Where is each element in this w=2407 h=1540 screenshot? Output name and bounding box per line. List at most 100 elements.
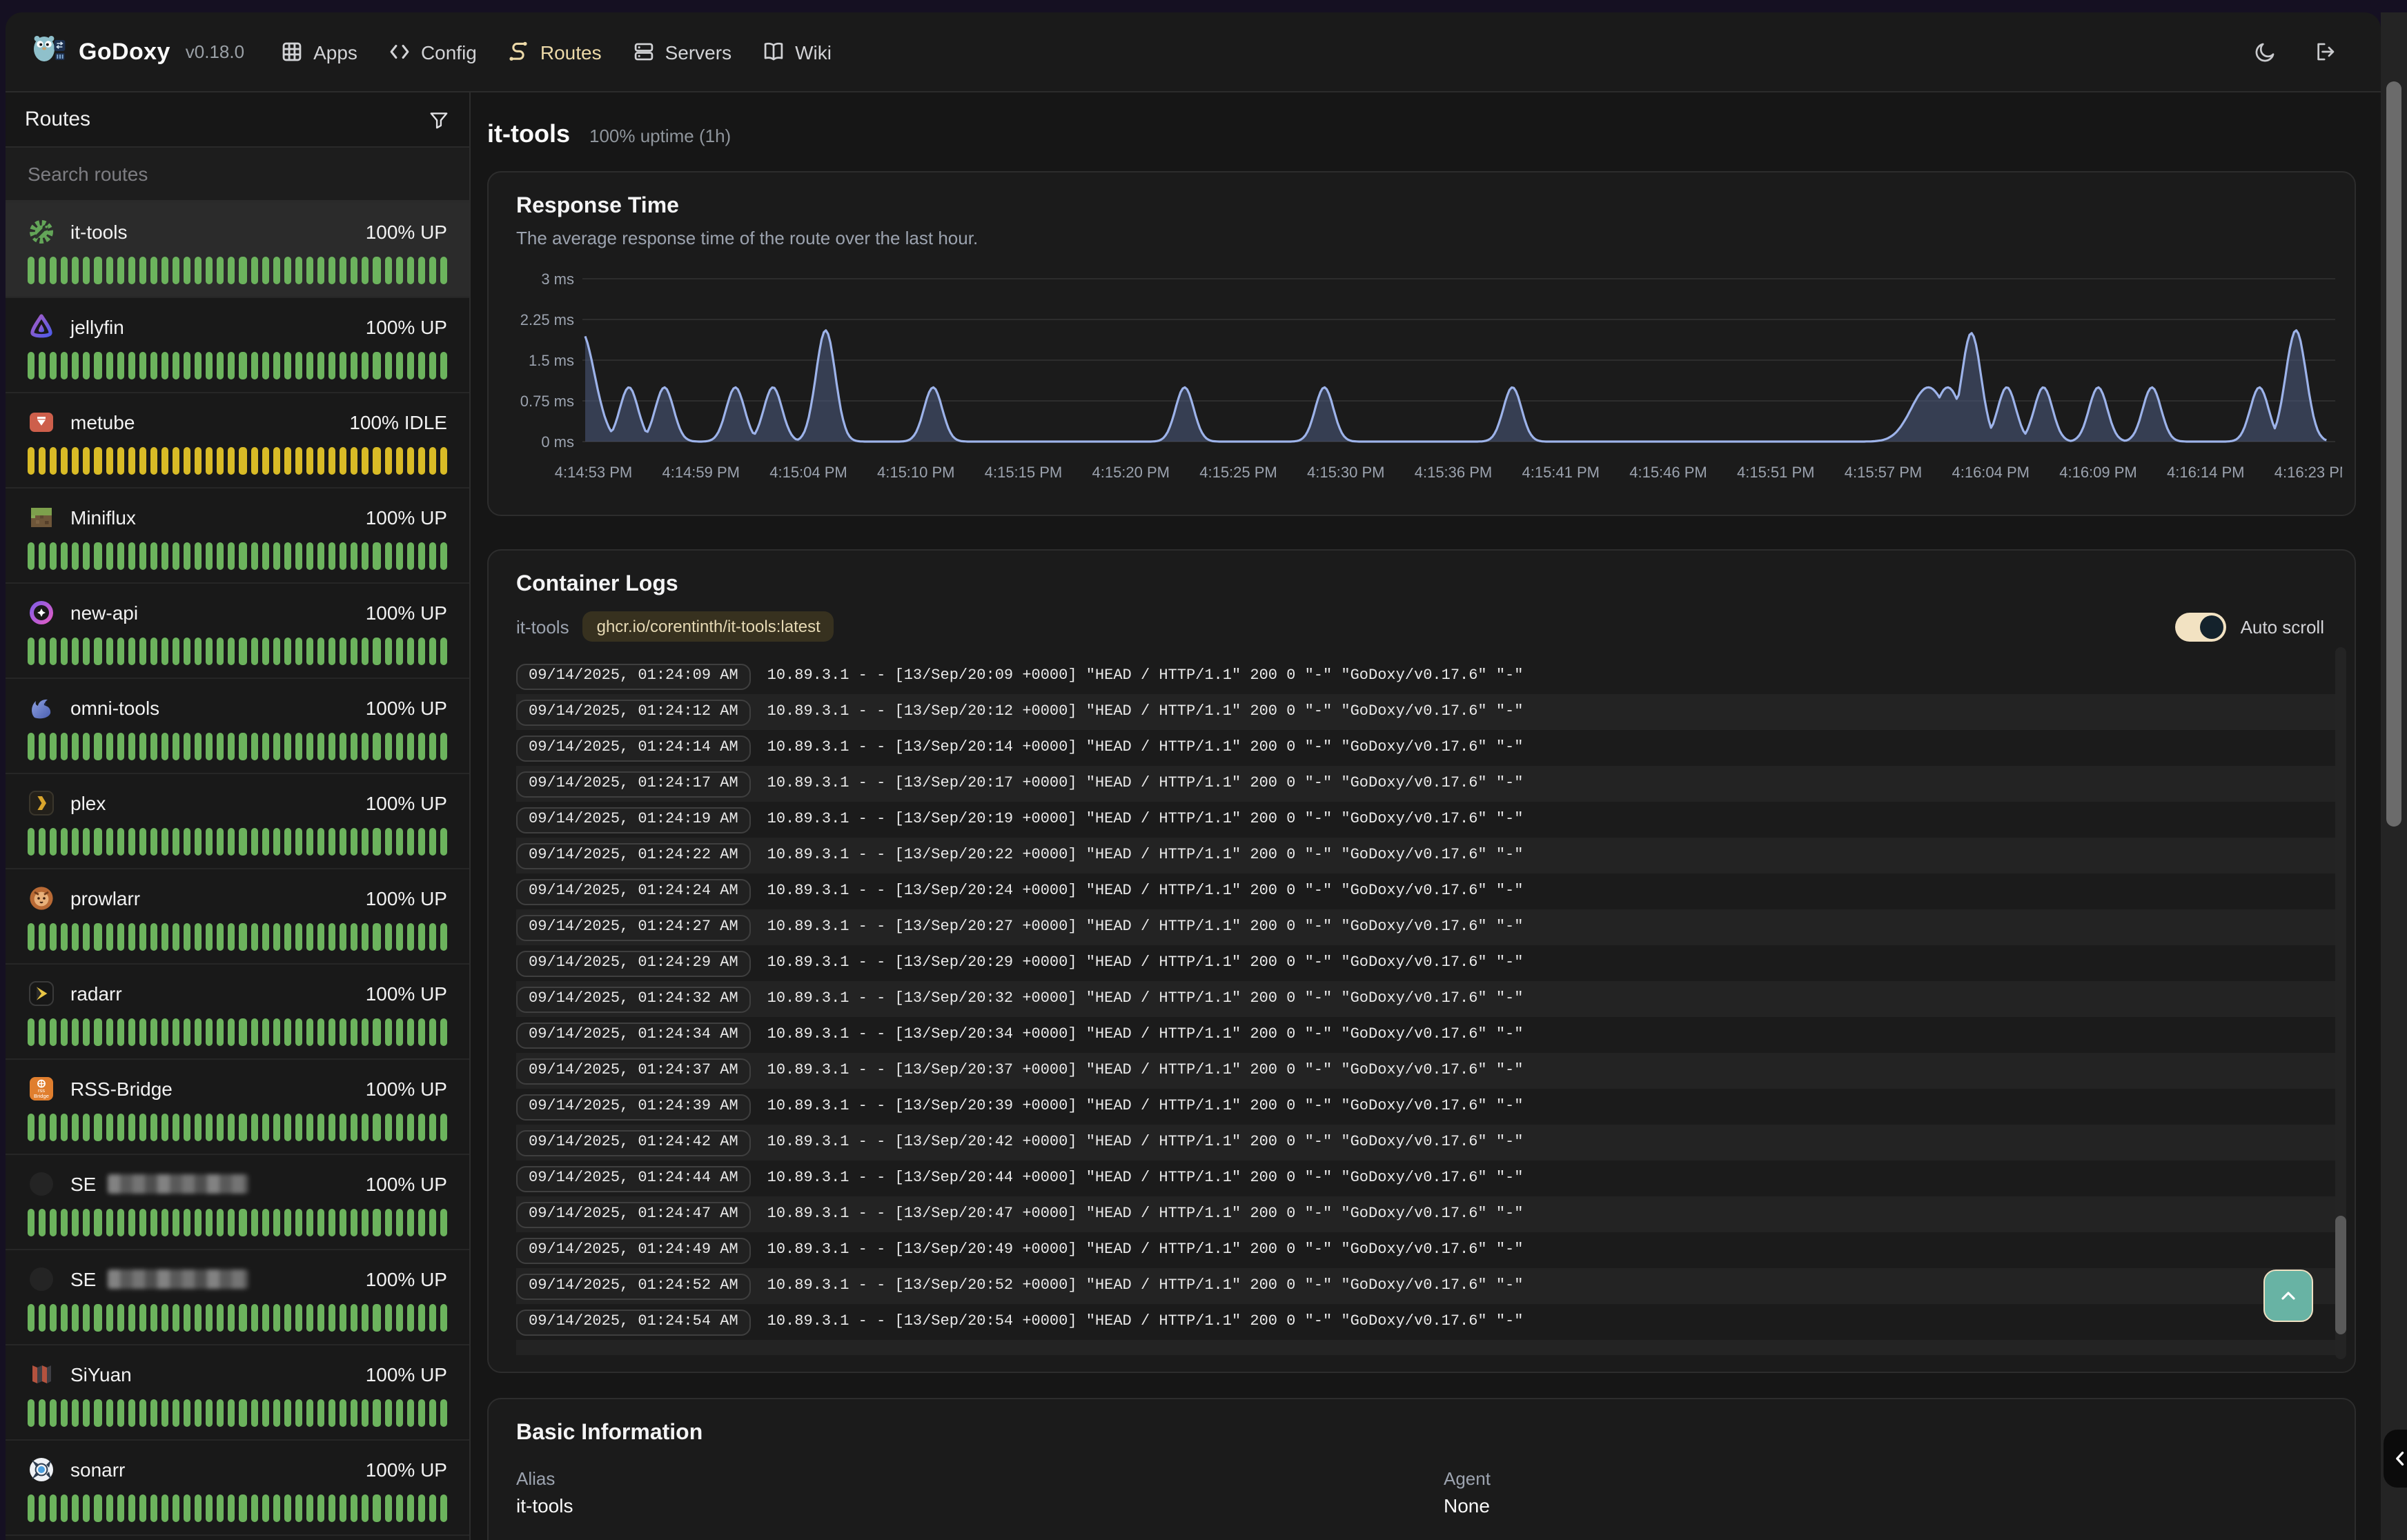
scroll-to-top-button[interactable] (2263, 1270, 2313, 1322)
log-message: 10.89.3.1 - - [13/Sep/20:42 +0000] "HEAD… (767, 1134, 1524, 1151)
radarr-play-icon (28, 980, 55, 1007)
sidebar-route-item[interactable]: it-tools100% UP (6, 203, 469, 298)
sidebar-route-item[interactable]: radarr100% UP (6, 965, 469, 1060)
info-field-alias: Alias it-tools (516, 1468, 1444, 1517)
sidebar-routes: Routes it-tools100% UPjellyfin100% UPmet… (6, 92, 471, 1540)
nav-item-label: Servers (665, 41, 731, 63)
svg-text:0.75 ms: 0.75 ms (520, 393, 574, 410)
response-time-title: Response Time (516, 195, 2327, 219)
container-image-badge[interactable]: ghcr.io/corentinth/it-tools:latest (583, 611, 834, 642)
route-name: it-tools (70, 221, 127, 243)
agent-label: Agent (1444, 1468, 2327, 1489)
log-timestamp-badge: 09/14/2025, 01:24:52 AM (516, 1273, 751, 1299)
route-status: 100% UP (366, 602, 447, 624)
agent-value: None (1444, 1494, 2327, 1517)
servers-icon (632, 40, 656, 63)
auto-scroll-toggle[interactable] (2176, 612, 2227, 641)
log-message: 10.89.3.1 - - [13/Sep/20:32 +0000] "HEAD… (767, 991, 1524, 1007)
brand[interactable]: GoDoxy v0.18.0 (30, 30, 244, 73)
route-item-header: omni-tools100% UP (28, 694, 447, 722)
log-row: 09/14/2025, 01:24:12 AM10.89.3.1 - - [13… (516, 694, 2338, 730)
svg-text:4:15:20 PM: 4:15:20 PM (1092, 464, 1170, 481)
route-item-header: jellyfin100% UP (28, 313, 447, 341)
svg-text:1.5 ms: 1.5 ms (529, 352, 574, 369)
sonarr-icon (28, 1456, 55, 1483)
route-item-header: metube100% IDLE (28, 408, 447, 436)
route-status: 100% UP (366, 1173, 447, 1195)
logs-scrollbar-thumb[interactable] (2335, 1216, 2346, 1334)
chart-svg: 3 ms2.25 ms1.5 ms0.75 ms0 ms4:14:53 PM4:… (516, 259, 2342, 497)
nav-item-config[interactable]: Config (388, 40, 477, 63)
sidebar-route-item[interactable]: SiYuan100% UP (6, 1345, 469, 1441)
sidebar-route-item[interactable]: plex100% UP (6, 774, 469, 869)
logs-subrow: it-tools ghcr.io/corentinth/it-tools:lat… (516, 609, 2338, 644)
log-timestamp-badge: 09/14/2025, 01:24:37 AM (516, 1058, 751, 1084)
sidebar-route-item[interactable]: metube100% IDLE (6, 393, 469, 488)
svg-text:3 ms: 3 ms (541, 270, 574, 288)
nav-item-routes[interactable]: Routes (507, 40, 602, 63)
grid-icon (280, 40, 304, 63)
route-status: 100% UP (366, 1268, 447, 1290)
log-row: 09/14/2025, 01:24:42 AM10.89.3.1 - - [13… (516, 1125, 2338, 1161)
sidebar-route-item[interactable]: sonarr100% UP (6, 1441, 469, 1536)
log-timestamp-badge: 09/14/2025, 01:24:54 AM (516, 1309, 751, 1335)
log-row: 09/14/2025, 01:24:22 AM10.89.3.1 - - [13… (516, 838, 2338, 873)
log-message: 10.89.3.1 - - [13/Sep/20:14 +0000] "HEAD… (767, 740, 1524, 756)
response-time-chart: 3 ms2.25 ms1.5 ms0.75 ms0 ms4:14:53 PM4:… (516, 259, 2327, 504)
log-message: 10.89.3.1 - - [13/Sep/20:47 +0000] "HEAD… (767, 1206, 1524, 1223)
svg-text:4:15:15 PM: 4:15:15 PM (985, 464, 1063, 481)
log-message: 10.89.3.1 - - [13/Sep/20:52 +0000] "HEAD… (767, 1278, 1524, 1294)
svg-text:4:15:25 PM: 4:15:25 PM (1199, 464, 1277, 481)
uptime-bars (28, 542, 447, 570)
nav-item-apps[interactable]: Apps (280, 40, 357, 63)
sidebar-route-item[interactable]: SE100% UP (6, 1155, 469, 1250)
edge-drawer-tab[interactable] (2384, 1430, 2407, 1488)
filter-icon[interactable] (428, 108, 450, 130)
log-message: 10.89.3.1 - - [13/Sep/20:27 +0000] "HEAD… (767, 919, 1524, 936)
sidebar-route-item[interactable]: prowlarr100% UP (6, 869, 469, 965)
moon-icon (2254, 40, 2277, 63)
siyuan-icon (28, 1361, 55, 1388)
sidebar-route-item[interactable]: rssBridgeRSS-Bridge100% UP (6, 1060, 469, 1155)
log-row: 09/14/2025, 01:24:54 AM10.89.3.1 - - [13… (516, 1304, 2338, 1340)
toggle-knob (2201, 615, 2224, 638)
svg-text:4:15:10 PM: 4:15:10 PM (877, 464, 955, 481)
nav-item-wiki[interactable]: Wiki (762, 40, 832, 63)
page-scrollbar-thumb[interactable] (2386, 81, 2401, 827)
sidebar-route-item[interactable]: Miniflux100% UP (6, 488, 469, 584)
nav-item-servers[interactable]: Servers (632, 40, 731, 63)
uptime-bars (28, 447, 447, 475)
sidebar-header: Routes (6, 92, 469, 148)
search-routes-input[interactable] (6, 148, 469, 200)
page-header: it-tools 100% uptime (1h) (487, 120, 2356, 149)
theme-toggle-button[interactable] (2254, 40, 2277, 63)
logs-viewport[interactable]: 09/14/2025, 01:24:09 AM10.89.3.1 - - [13… (516, 658, 2338, 1355)
uptime-bars (28, 1494, 447, 1522)
sidebar-route-item[interactable]: jellyfin100% UP (6, 298, 469, 393)
logout-button[interactable] (2313, 40, 2337, 63)
log-timestamp-badge: 09/14/2025, 01:24:14 AM (516, 735, 751, 761)
uptime-bars (28, 1304, 447, 1332)
dim-circle-icon (28, 1170, 55, 1198)
app-body: Routes it-tools100% UPjellyfin100% UPmet… (6, 92, 2381, 1540)
log-message: 10.89.3.1 - - [13/Sep/20:12 +0000] "HEAD… (767, 704, 1524, 720)
alias-value: it-tools (516, 1494, 1444, 1517)
route-name: SiYuan (70, 1363, 132, 1385)
logs-route-name: it-tools (516, 616, 569, 637)
log-row: 09/14/2025, 01:24:49 AM10.89.3.1 - - [13… (516, 1232, 2338, 1268)
log-timestamp-badge: 09/14/2025, 01:24:27 AM (516, 914, 751, 940)
sidebar-route-item[interactable]: new-api100% UP (6, 584, 469, 679)
log-row: 09/14/2025, 01:24:17 AM10.89.3.1 - - [13… (516, 766, 2338, 802)
uptime-bars (28, 1018, 447, 1046)
sidebar-route-item[interactable]: SE100% UP (6, 1250, 469, 1345)
svg-text:2.25 ms: 2.25 ms (520, 311, 574, 328)
route-status: 100% UP (366, 506, 447, 529)
route-status: 100% UP (366, 316, 447, 338)
brand-name: GoDoxy (79, 38, 170, 66)
svg-text:Bridge: Bridge (34, 1093, 49, 1099)
svg-text:4:15:36 PM: 4:15:36 PM (1415, 464, 1493, 481)
log-row: 09/14/2025, 01:24:27 AM 10.89.3.1 - - [13… (516, 909, 2338, 945)
log-message: 10.89.3.1 - - [13/Sep/20:34 +0000] "HEAD… (767, 1027, 1524, 1043)
log-timestamp-badge: 09/14/2025, 01:24:49 AM (516, 1237, 751, 1263)
sidebar-route-item[interactable]: omni-tools100% UP (6, 679, 469, 774)
